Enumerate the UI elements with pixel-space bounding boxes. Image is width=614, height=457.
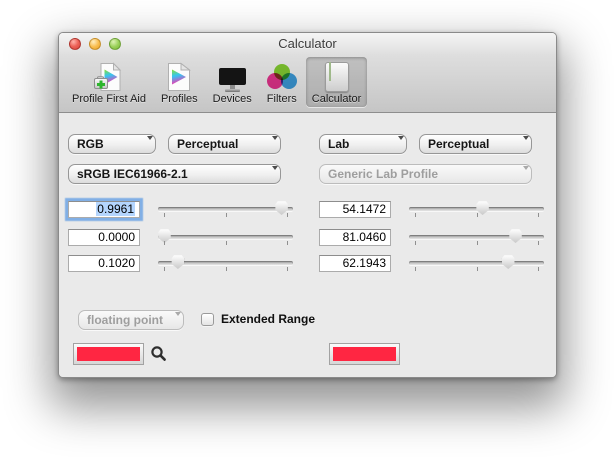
popup-stepper-icon [141, 140, 149, 154]
calculator-pane: RGB Perceptual sRGB IEC61966-2.1 0.9961 … [59, 113, 556, 377]
channel-value-field[interactable]: 0.9961 [68, 201, 140, 218]
toolbar: Profile First Aid Profile [59, 55, 556, 107]
swatch-color [333, 347, 396, 361]
popup-value: floating point [87, 313, 163, 327]
slider-track[interactable] [158, 235, 293, 239]
channel-value-field[interactable]: 54.1472 [319, 201, 391, 218]
traffic-lights [69, 38, 121, 50]
channel-value-field[interactable]: 62.1943 [319, 255, 391, 272]
slider-track[interactable] [409, 261, 544, 265]
slider-thumb[interactable] [171, 255, 184, 269]
selected-text: 0.9961 [96, 202, 135, 216]
popup-value: Perceptual [177, 137, 238, 151]
toolbar-label: Calculator [312, 93, 362, 105]
popup-stepper-icon [266, 170, 274, 184]
popup-value: sRGB IEC61966-2.1 [77, 167, 188, 181]
toolbar-label: Filters [267, 93, 297, 105]
popup-stepper-icon [169, 316, 177, 330]
toolbar-item-profiles[interactable]: Profiles [155, 57, 204, 107]
popup-stepper-icon [392, 140, 400, 154]
channel-slider[interactable] [409, 254, 544, 272]
window-title: Calculator [59, 33, 556, 55]
popup-value: RGB [77, 137, 104, 151]
toolbar-item-devices[interactable]: Devices [207, 57, 258, 107]
close-icon[interactable] [69, 38, 81, 50]
calculator-icon [325, 59, 349, 92]
source-column: RGB Perceptual sRGB IEC61966-2.1 0.9961 … [68, 113, 295, 377]
destination-profile-popup: Generic Lab Profile [319, 164, 532, 184]
popup-value: Generic Lab Profile [328, 167, 438, 181]
channel-slider[interactable] [158, 200, 293, 218]
slider-track[interactable] [158, 207, 293, 211]
popup-value: Perceptual [428, 137, 489, 151]
popup-stepper-icon [517, 140, 525, 154]
titlebar[interactable]: Calculator [59, 33, 556, 55]
popup-value: Lab [328, 137, 349, 151]
profile-first-aid-icon [93, 59, 125, 92]
destination-intent-popup[interactable]: Perceptual [419, 134, 532, 154]
toolbar-item-profile-first-aid[interactable]: Profile First Aid [66, 57, 152, 107]
source-intent-popup[interactable]: Perceptual [168, 134, 281, 154]
popup-stepper-icon [517, 170, 525, 184]
slider-track[interactable] [409, 235, 544, 239]
toolbar-item-calculator[interactable]: Calculator [306, 57, 368, 107]
number-format-popup: floating point [78, 310, 184, 330]
colorsync-calculator-window: Calculator [58, 32, 557, 378]
zoom-icon[interactable] [109, 38, 121, 50]
channel-slider[interactable] [158, 254, 293, 272]
channel-slider[interactable] [158, 228, 293, 246]
channel-slider[interactable] [409, 228, 544, 246]
slider-thumb[interactable] [502, 255, 515, 269]
slider-thumb[interactable] [476, 201, 489, 215]
extended-range-label: Extended Range [221, 312, 315, 326]
source-colorspace-popup[interactable]: RGB [68, 134, 156, 154]
source-color-swatch [73, 343, 144, 365]
window-header: Calculator [59, 33, 556, 113]
source-profile-popup[interactable]: sRGB IEC61966-2.1 [68, 164, 281, 184]
toolbar-label: Devices [213, 93, 252, 105]
profiles-doc-icon [167, 59, 191, 92]
filters-circles-icon [267, 59, 297, 92]
channel-value-field[interactable]: 0.1020 [68, 255, 140, 272]
destination-colorspace-popup[interactable]: Lab [319, 134, 407, 154]
destination-color-swatch [329, 343, 400, 365]
popup-stepper-icon [266, 140, 274, 154]
channel-value-field[interactable]: 81.0460 [319, 229, 391, 246]
toolbar-item-filters[interactable]: Filters [261, 57, 303, 107]
channel-value-field[interactable]: 0.0000 [68, 229, 140, 246]
extended-range-checkbox[interactable] [201, 313, 214, 326]
slider-thumb[interactable] [509, 229, 522, 243]
channel-slider[interactable] [409, 200, 544, 218]
toolbar-label: Profiles [161, 93, 198, 105]
devices-display-icon [219, 59, 246, 92]
toolbar-label: Profile First Aid [72, 93, 146, 105]
minimize-icon[interactable] [89, 38, 101, 50]
destination-column: Lab Perceptual Generic Lab Profile 54.14… [319, 113, 546, 377]
swatch-color [77, 347, 140, 361]
magnifier-icon[interactable] [150, 345, 167, 362]
